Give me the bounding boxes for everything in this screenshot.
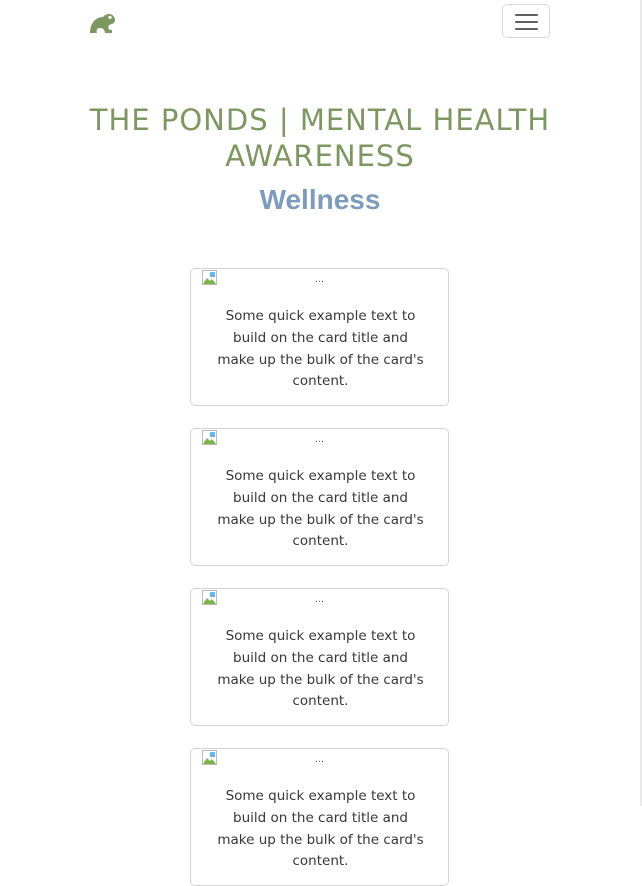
card-image-alt: ... xyxy=(314,753,325,765)
card-text: Some quick example text to build on the … xyxy=(217,308,424,390)
card-text: Some quick example text to build on the … xyxy=(217,788,424,870)
card-text: Some quick example text to build on the … xyxy=(217,628,424,710)
card: ... Some quick example text to build on … xyxy=(190,268,449,406)
card: ... Some quick example text to build on … xyxy=(190,588,449,726)
navbar-toggler-button[interactable] xyxy=(502,4,550,38)
navbar xyxy=(0,0,640,46)
frog-icon xyxy=(90,14,116,33)
card: ... Some quick example text to build on … xyxy=(190,428,449,566)
card-image-alt: ... xyxy=(314,593,325,605)
card: ... Some quick example text to build on … xyxy=(190,748,449,886)
card-text: Some quick example text to build on the … xyxy=(217,468,424,550)
page-title: THE PONDS | MENTAL HEALTH AWARENESS xyxy=(89,103,551,173)
card-image-alt: ... xyxy=(314,273,325,285)
card-image-alt: ... xyxy=(314,433,325,445)
page-subtitle: Wellness xyxy=(259,184,381,215)
